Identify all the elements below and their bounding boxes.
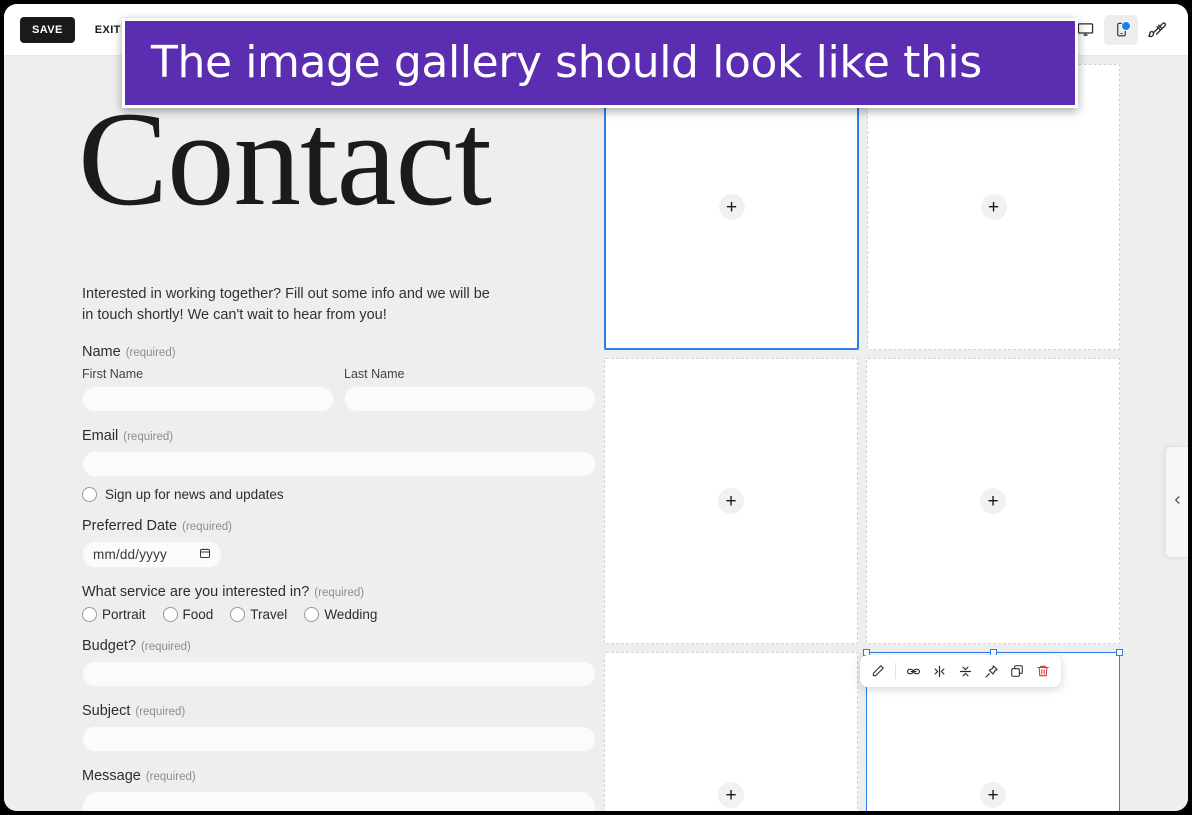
last-name-input[interactable] [344, 386, 596, 412]
resize-handle-top-right[interactable] [1116, 649, 1123, 656]
service-label: What service are you interested in? (requ… [82, 584, 596, 600]
add-image-icon[interactable]: + [718, 194, 745, 220]
field-group-name: Name (required) First Name Last Name [82, 344, 596, 412]
delete-trash-icon[interactable] [1031, 659, 1055, 683]
service-label-text: What service are you interested in? [82, 584, 310, 600]
edit-pencil-icon[interactable] [866, 659, 890, 683]
chevron-left-icon [1172, 492, 1183, 513]
add-image-icon[interactable]: + [980, 194, 1007, 220]
link-icon[interactable] [901, 659, 925, 683]
duplicate-icon[interactable] [1005, 659, 1029, 683]
email-label: Email (required) [82, 428, 596, 444]
mobile-view-icon[interactable] [1104, 14, 1138, 45]
first-name-sublabel: First Name [82, 367, 144, 381]
page-content-column: Contact Interested in working together? … [4, 56, 600, 811]
message-label: Message (required) [82, 768, 596, 784]
field-group-message: Message (required) [82, 768, 596, 811]
newsletter-checkbox-icon[interactable] [82, 487, 97, 502]
budget-input[interactable] [82, 661, 596, 687]
subject-label: Subject (required) [82, 703, 596, 719]
service-options: Portrait Food Travel Wedding [82, 607, 596, 622]
image-gallery-grid: + + + + + + [604, 64, 1123, 811]
toolbar-separator [895, 663, 896, 679]
side-panel-collapse-tab[interactable] [1165, 446, 1188, 558]
save-button[interactable]: SAVE [20, 16, 75, 43]
annotation-banner: The image gallery should look like this [122, 18, 1078, 108]
radio-label-portrait: Portrait [102, 607, 146, 622]
browser-frame: SAVE EXIT Contact Interested in working … [0, 0, 1192, 815]
gallery-tile-3[interactable]: + [604, 358, 858, 644]
editor-screen: SAVE EXIT Contact Interested in working … [4, 4, 1188, 811]
gallery-row-2: + + [604, 358, 1120, 644]
contact-form: Name (required) First Name Last Name Ema… [82, 344, 596, 811]
radio-wedding-icon[interactable] [304, 607, 320, 622]
subject-input[interactable] [82, 726, 596, 752]
gallery-tile-5[interactable]: + [604, 652, 858, 811]
align-horizontal-icon[interactable] [927, 659, 951, 683]
radio-food-icon[interactable] [162, 607, 178, 622]
calendar-icon[interactable] [199, 546, 211, 564]
name-required-tag: (required) [125, 347, 176, 359]
budget-required-tag: (required) [141, 641, 191, 653]
subject-label-text: Subject [82, 703, 131, 719]
gallery-tile-4[interactable]: + [866, 358, 1120, 644]
add-image-icon[interactable]: + [980, 488, 1006, 514]
message-input[interactable] [82, 791, 596, 811]
paintbrush-icon[interactable] [1140, 15, 1174, 45]
budget-label: Budget? (required) [82, 638, 596, 654]
field-group-subject: Subject (required) [82, 703, 596, 752]
last-name-sublabel: Last Name [344, 367, 405, 381]
email-required-tag: (required) [123, 431, 174, 443]
newsletter-label: Sign up for news and updates [105, 487, 284, 502]
notification-dot-icon [1121, 20, 1131, 31]
email-input[interactable] [82, 451, 596, 477]
radio-label-wedding: Wedding [324, 607, 378, 622]
align-vertical-icon[interactable] [953, 659, 977, 683]
budget-label-text: Budget? [82, 638, 137, 654]
annotation-banner-text: The image gallery should look like this [151, 37, 982, 88]
preferred-date-input[interactable]: mm/dd/yyyy [82, 541, 222, 568]
preferred-date-label: Preferred Date (required) [82, 518, 596, 534]
name-label-text: Name [82, 344, 121, 360]
page-title: Contact [78, 85, 492, 234]
radio-label-food: Food [182, 607, 214, 622]
message-label-text: Message [82, 768, 141, 784]
pin-icon[interactable] [979, 659, 1003, 683]
newsletter-checkbox-row[interactable]: Sign up for news and updates [82, 487, 596, 502]
preferred-date-placeholder: mm/dd/yyyy [93, 547, 168, 562]
subject-required-tag: (required) [135, 706, 186, 718]
field-group-preferred-date: Preferred Date (required) mm/dd/yyyy [82, 518, 596, 568]
add-image-icon[interactable]: + [718, 488, 744, 514]
radio-label-travel: Travel [250, 607, 288, 622]
field-group-budget: Budget? (required) [82, 638, 596, 687]
message-required-tag: (required) [145, 771, 196, 783]
field-group-email: Email (required) [82, 428, 596, 477]
field-group-service: What service are you interested in? (requ… [82, 584, 596, 622]
preferred-date-label-text: Preferred Date [82, 518, 178, 534]
name-label: Name (required) [82, 344, 596, 360]
add-image-icon[interactable]: + [980, 782, 1006, 808]
radio-travel-icon[interactable] [230, 607, 246, 622]
first-name-input[interactable] [82, 386, 334, 412]
element-toolbar [860, 655, 1061, 687]
preferred-date-required-tag: (required) [182, 521, 232, 533]
service-required-tag: (required) [314, 587, 365, 599]
radio-portrait-icon[interactable] [82, 607, 97, 622]
email-label-text: Email [82, 428, 119, 444]
page-canvas: Contact Interested in working together? … [4, 56, 1188, 811]
add-image-icon[interactable]: + [718, 782, 744, 808]
page-intro-text: Interested in working together? Fill out… [82, 286, 490, 323]
